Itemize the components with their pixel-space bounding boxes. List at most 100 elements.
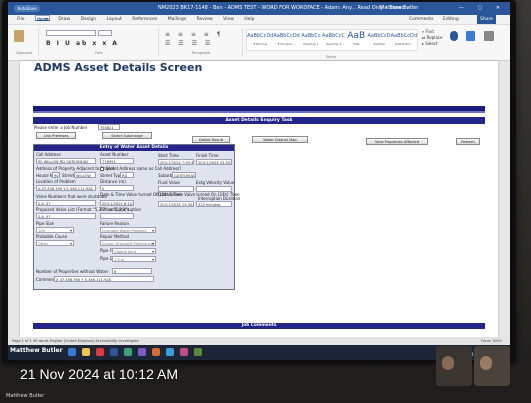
clipboard-group: Clipboard xyxy=(10,28,39,56)
font-size-box[interactable] xyxy=(98,30,112,36)
num-properties-label: Number of Properties without Water xyxy=(36,269,109,274)
style-subtitle[interactable]: AaBbCcD Subtitle xyxy=(367,30,390,50)
job-comments-header: Job Comments xyxy=(33,323,485,329)
window-controls[interactable]: — ▢ ✕ xyxy=(459,2,506,15)
tab-draw[interactable]: Draw xyxy=(58,17,70,22)
job-number-label: Please enter a Job Number xyxy=(34,125,88,130)
job-number-input[interactable]: 750821 xyxy=(98,124,120,130)
finish-time-field[interactable]: 20/11/2024 15:55:52 xyxy=(196,159,232,165)
distance-label: Distance (m) xyxy=(100,179,126,184)
comments-field[interactable]: X 37,456,390 Y 5,346,111.928 xyxy=(54,276,154,282)
tab-mailings[interactable]: Mailings xyxy=(168,17,186,22)
link-premises-button[interactable]: Link Premises xyxy=(36,132,76,139)
font-format-icons[interactable]: B I U ab x x A xyxy=(46,40,119,47)
pipe-fitting-select[interactable]: Gibault Joint xyxy=(112,248,156,255)
start-time-field[interactable]: 20/11/2024 7:59:31 xyxy=(158,159,194,165)
style-no-spacing[interactable]: AaBbCcDd ¶ No Spac... xyxy=(273,30,299,50)
suburb-label: Suburb xyxy=(158,173,173,178)
street-field[interactable]: WILLOW xyxy=(74,172,96,178)
teams-icon[interactable] xyxy=(138,348,146,356)
participant-video[interactable] xyxy=(436,346,472,386)
notes-icon[interactable] xyxy=(194,348,202,356)
document-title: NM2023 BK17-1148 - Ben - ADMS TEST - WOR… xyxy=(158,5,411,11)
valve-numbers-field[interactable]: S.A. 57 xyxy=(36,200,96,206)
style-heading-1[interactable]: AaBbCc Heading 1 xyxy=(300,30,322,50)
account-name[interactable]: Matthew Butler xyxy=(380,2,418,15)
start-icon[interactable] xyxy=(68,348,76,356)
call-address-field[interactable]: 90 WILLOW RD GATESHEAD xyxy=(36,158,96,164)
autosave-toggle[interactable]: AutoSave xyxy=(14,5,40,12)
street-label: Street xyxy=(62,173,75,178)
num-properties-field[interactable]: 6 xyxy=(112,268,152,274)
font-group: B I U ab x x A Font xyxy=(40,28,159,56)
document-heading: ADMS Asset Details Screen xyxy=(34,61,203,74)
app-icon[interactable] xyxy=(96,348,104,356)
probable-cause-label: Probable Cause xyxy=(36,234,68,239)
tab-references[interactable]: References xyxy=(132,17,157,22)
view-properties-affected-button[interactable]: View Properties Affected xyxy=(366,138,428,145)
explorer-icon[interactable] xyxy=(82,348,90,356)
tab-help[interactable]: Help xyxy=(244,17,254,22)
planned-interruption-field[interactable] xyxy=(100,213,134,219)
paragraph-icons[interactable]: ≡ ≡ ≡ ≡ ¶ xyxy=(165,31,224,38)
repair-method-select[interactable]: Clamp (Standard Preference) xyxy=(100,240,156,247)
water-district-map-button[interactable]: Water District Map xyxy=(252,136,308,143)
tab-view[interactable]: View xyxy=(223,17,234,22)
ribbon: Clipboard B I U ab x x A Font ≡ ≡ ≡ ≡ ¶ … xyxy=(8,25,510,61)
date-valve-on-field[interactable]: 20/11/2024 13:30:00 xyxy=(158,201,194,207)
styles-label: Styles xyxy=(325,55,337,59)
refresh-button[interactable]: Refresh xyxy=(456,138,480,145)
tab-file[interactable]: File xyxy=(17,17,25,22)
paste-icon[interactable] xyxy=(14,30,24,42)
tab-layout[interactable]: Layout xyxy=(107,17,122,22)
style-normal[interactable]: AaBbCcDd ¶ Normal xyxy=(247,30,273,50)
participant-video-2[interactable] xyxy=(474,346,510,386)
font-name-box[interactable] xyxy=(46,30,96,36)
status-right[interactable]: Focus 100% xyxy=(481,337,502,345)
valve-numbers-label: Valve Numbers that were shutdown xyxy=(36,194,108,199)
footer-name: Matthew Butler xyxy=(6,393,45,399)
location-field[interactable]: X-37,456,390 Y-5,346,111.928 xyxy=(36,185,96,191)
editing-button[interactable]: Editing xyxy=(443,15,459,24)
outlook-icon[interactable] xyxy=(152,348,160,356)
share-button[interactable]: Share xyxy=(477,15,496,24)
pipe-depth-select[interactable]: 1.5 m xyxy=(112,256,156,263)
word-icon[interactable] xyxy=(110,348,118,356)
tab-design[interactable]: Design xyxy=(81,17,97,22)
editor-icon[interactable] xyxy=(466,31,475,41)
paragraph-group: ≡ ≡ ≡ ≡ ¶ ☰ ☰ ☰ ☰ Paragraph xyxy=(160,28,243,56)
select-button[interactable]: ▸ Select xyxy=(422,41,442,47)
proposed-valve-field[interactable]: S.A. 57 xyxy=(36,213,96,219)
style-heading-2[interactable]: AaBbCcC Heading 2 xyxy=(322,30,345,50)
excel-icon[interactable] xyxy=(124,348,132,356)
street-type-field[interactable]: RD xyxy=(120,172,134,178)
status-bar: Page 1 of 1 49 words English (United Kin… xyxy=(8,337,510,345)
finish-time-label: Finish Time xyxy=(196,153,219,158)
style-subtle-emphasis[interactable]: AaBbCcDd Subtle Em... xyxy=(391,30,417,50)
tab-review[interactable]: Review xyxy=(197,17,213,22)
house-no-field[interactable]: 90 xyxy=(52,172,60,178)
word-window: AutoSave NM2023 BK17-1148 - Ben - ADMS T… xyxy=(8,2,510,360)
date-valve-off-field[interactable]: 20/11/2024 8:10:00 xyxy=(100,200,134,206)
probable-cause-select[interactable]: Other xyxy=(36,240,74,247)
street-same-label: Street Address same as Call Address? xyxy=(106,166,182,171)
defect-result-button[interactable]: Defect Result xyxy=(192,136,230,143)
failure-reason-select[interactable]: Corroded Water Pressure xyxy=(100,227,156,234)
addins-icon[interactable] xyxy=(484,31,494,41)
capture-timestamp: 21 Nov 2024 at 10:12 AM xyxy=(20,366,178,382)
distance-field[interactable]: 0 xyxy=(100,185,134,191)
alignment-icons[interactable]: ☰ ☰ ☰ ☰ xyxy=(165,40,213,47)
chrome-icon[interactable] xyxy=(180,348,188,356)
tab-home[interactable]: Home xyxy=(34,15,50,22)
suburb-field[interactable]: GATESHEAD xyxy=(172,172,196,178)
comments-button[interactable]: Comments xyxy=(409,15,433,24)
style-title[interactable]: AaB Title xyxy=(345,30,367,50)
pipe-size-select[interactable]: 100 xyxy=(36,227,74,234)
dictate-icon[interactable] xyxy=(450,31,458,41)
interruption-field[interactable]: 320 minutes xyxy=(196,201,232,207)
asset-number-field[interactable]: 778991 xyxy=(100,158,134,164)
edge-icon[interactable] xyxy=(166,348,174,356)
select-subcharge-button[interactable]: Select Subcharge xyxy=(102,132,152,139)
street-same-checkbox[interactable] xyxy=(100,167,104,171)
font-label: Font xyxy=(95,51,103,55)
